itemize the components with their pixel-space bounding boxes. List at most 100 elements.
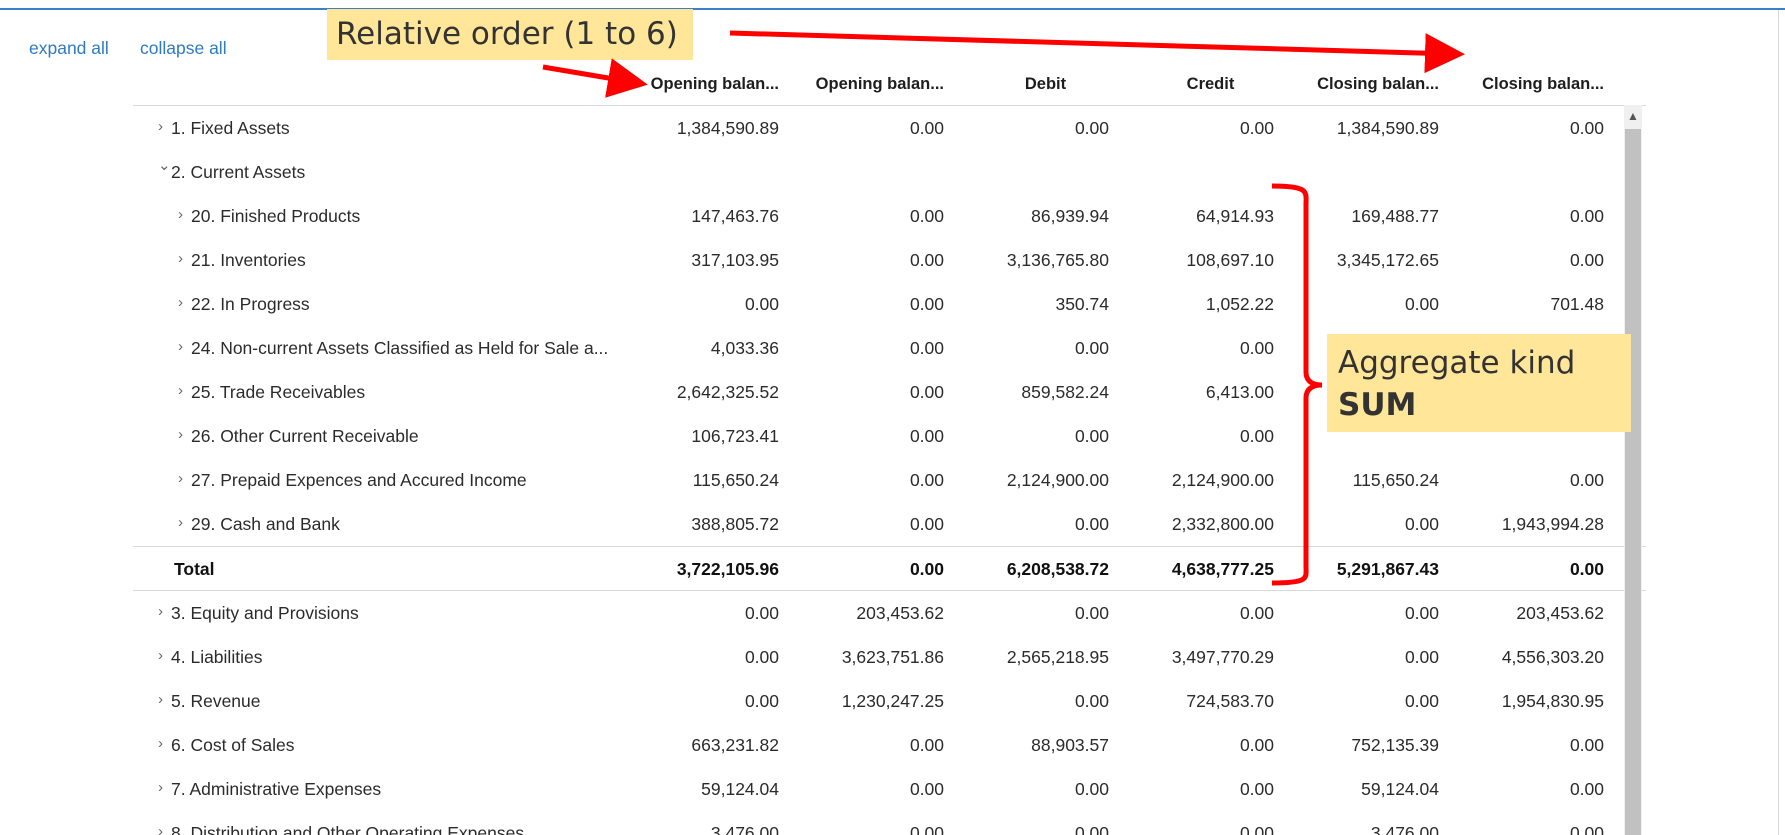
scroll-up-arrow-icon[interactable]: ▲ <box>1624 105 1642 127</box>
cell-value: 2,124,900.00 <box>1006 470 1109 490</box>
cell-value: 0.00 <box>909 735 944 755</box>
cell-value: 4,556,303.20 <box>1501 647 1604 667</box>
cell-value: 1,230,247.25 <box>841 691 944 711</box>
cell-value: 88,903.57 <box>1031 735 1109 755</box>
table-row[interactable]: › 8. Distribution and Other Operating Exp… <box>133 811 1646 835</box>
row-label: 1. Fixed Assets <box>171 118 290 138</box>
column-header-closing-balance-1[interactable]: Closing balan... <box>1274 75 1439 94</box>
cell-value: 317,103.95 <box>691 250 779 270</box>
cell-value: 0.00 <box>1569 735 1604 755</box>
cell-value: 0.00 <box>744 647 779 667</box>
cell-value: 0.00 <box>1074 691 1109 711</box>
cell-value: 108,697.10 <box>1186 250 1274 270</box>
cell-value: 0.00 <box>1404 603 1439 623</box>
cell-value: 0.00 <box>909 559 944 579</box>
table-row[interactable]: ⌄ 2. Current Assets <box>133 150 1646 194</box>
table-row[interactable]: › 3. Equity and Provisions 0.00 203,453.62 0… <box>133 591 1646 635</box>
cell-value: 203,453.62 <box>856 603 944 623</box>
row-label: 21. Inventories <box>191 250 306 270</box>
cell-value: 0.00 <box>1404 647 1439 667</box>
cell-value: 0.00 <box>1074 514 1109 534</box>
cell-value: 0.00 <box>1239 735 1274 755</box>
cell-value: 0.00 <box>1074 118 1109 138</box>
cell-value: 0.00 <box>1569 206 1604 226</box>
cell-value: 4,033.36 <box>710 338 779 358</box>
chevron-right-icon[interactable]: › <box>158 118 163 135</box>
cell-value: 859,582.24 <box>1021 382 1109 402</box>
grid-body: › 1. Fixed Assets 1,384,590.89 0.00 0.00 0.00… <box>133 106 1646 835</box>
cell-value: 3,623,751.86 <box>841 647 944 667</box>
cell-value: 724,583.70 <box>1186 691 1274 711</box>
table-row[interactable]: › 27. Prepaid Expences and Accured Income… <box>133 458 1646 502</box>
cell-value: 0.00 <box>1569 559 1604 579</box>
table-row[interactable]: › 5. Revenue 0.00 1,230,247.25 0.00 724,583.7… <box>133 679 1646 723</box>
aggregate-kind-callout: Aggregate kind SUM <box>1327 334 1631 432</box>
grid-header: Opening balan... Opening balan... Debit … <box>133 64 1646 106</box>
table-row[interactable]: › 29. Cash and Bank 388,805.72 0.00 0.00 2,33… <box>133 502 1646 546</box>
cell-value: 701.48 <box>1550 294 1604 314</box>
chevron-right-icon[interactable]: › <box>178 206 183 223</box>
row-label: 26. Other Current Receivable <box>191 426 419 446</box>
vertical-scrollbar[interactable]: ▲ <box>1624 105 1642 835</box>
cell-value: 0.00 <box>1074 426 1109 446</box>
column-header-credit[interactable]: Credit <box>1128 75 1293 94</box>
table-row[interactable]: › 21. Inventories 317,103.95 0.00 3,136,765.… <box>133 238 1646 282</box>
column-header-debit[interactable]: Debit <box>963 75 1128 94</box>
table-row[interactable]: › 1. Fixed Assets 1,384,590.89 0.00 0.00 0.00… <box>133 106 1646 150</box>
panel-top-border <box>0 8 1785 10</box>
cell-value: 115,650.24 <box>1352 470 1439 490</box>
chevron-right-icon[interactable]: › <box>178 470 183 487</box>
table-row[interactable]: › 20. Finished Products 147,463.76 0.00 86,9… <box>133 194 1646 238</box>
scrollbar-thumb[interactable] <box>1625 129 1641 835</box>
chevron-right-icon[interactable]: › <box>178 250 183 267</box>
cell-value: 0.00 <box>909 338 944 358</box>
cell-value: 0.00 <box>909 823 944 835</box>
cell-value: 0.00 <box>1239 823 1274 835</box>
cell-value: 0.00 <box>1569 118 1604 138</box>
row-label: Total <box>174 559 215 579</box>
cell-value: 0.00 <box>909 470 944 490</box>
cell-value: 6,413.00 <box>1205 382 1274 402</box>
chevron-right-icon[interactable]: › <box>158 779 163 796</box>
cell-value: 3,497,770.29 <box>1171 647 1274 667</box>
cell-value: 1,052.22 <box>1205 294 1274 314</box>
chevron-right-icon[interactable]: › <box>158 823 163 835</box>
panel-right-edge <box>1778 10 1779 835</box>
cell-value: 350.74 <box>1055 294 1109 314</box>
chevron-right-icon[interactable]: › <box>158 735 163 752</box>
column-header-opening-balance-2[interactable]: Opening balan... <box>779 75 944 94</box>
cell-value: 0.00 <box>909 206 944 226</box>
collapse-all-link[interactable]: collapse all <box>140 38 227 59</box>
expand-all-link[interactable]: expand all <box>29 38 109 59</box>
chevron-right-icon[interactable]: › <box>178 338 183 355</box>
row-label: 22. In Progress <box>191 294 310 314</box>
cell-value: 0.00 <box>1074 779 1109 799</box>
column-header-closing-balance-2[interactable]: Closing balan... <box>1439 75 1604 94</box>
table-row[interactable]: › 6. Cost of Sales 663,231.82 0.00 88,903.57… <box>133 723 1646 767</box>
balance-grid: Opening balan... Opening balan... Debit … <box>133 64 1646 835</box>
row-label: 2. Current Assets <box>171 162 306 182</box>
chevron-right-icon[interactable]: › <box>178 426 183 443</box>
cell-value: 0.00 <box>744 294 779 314</box>
cell-value: 2,642,325.52 <box>676 382 779 402</box>
cell-value: 0.00 <box>909 250 944 270</box>
chevron-right-icon[interactable]: › <box>178 294 183 311</box>
chevron-down-icon[interactable]: ⌄ <box>158 156 171 174</box>
cell-value: 0.00 <box>744 603 779 623</box>
chevron-right-icon[interactable]: › <box>178 514 183 531</box>
cell-value: 0.00 <box>1239 118 1274 138</box>
aggregate-kind-label: Aggregate kind <box>1338 345 1576 381</box>
cell-value: 2,332,800.00 <box>1171 514 1274 534</box>
chevron-right-icon[interactable]: › <box>178 382 183 399</box>
cell-value: 86,939.94 <box>1031 206 1109 226</box>
table-row[interactable]: › 4. Liabilities 0.00 3,623,751.86 2,565,218… <box>133 635 1646 679</box>
column-header-opening-balance-1[interactable]: Opening balan... <box>614 75 779 94</box>
chevron-right-icon[interactable]: › <box>158 691 163 708</box>
chevron-right-icon[interactable]: › <box>158 647 163 664</box>
table-row[interactable]: › 7. Administrative Expenses 59,124.04 0.00… <box>133 767 1646 811</box>
total-row[interactable]: Total 3,722,105.96 0.00 6,208,538.72 4,638,7… <box>133 546 1646 591</box>
row-label: 6. Cost of Sales <box>171 735 295 755</box>
row-label: 27. Prepaid Expences and Accured Income <box>191 470 527 490</box>
table-row[interactable]: › 22. In Progress 0.00 0.00 350.74 1,052.22 0.… <box>133 282 1646 326</box>
chevron-right-icon[interactable]: › <box>158 603 163 620</box>
